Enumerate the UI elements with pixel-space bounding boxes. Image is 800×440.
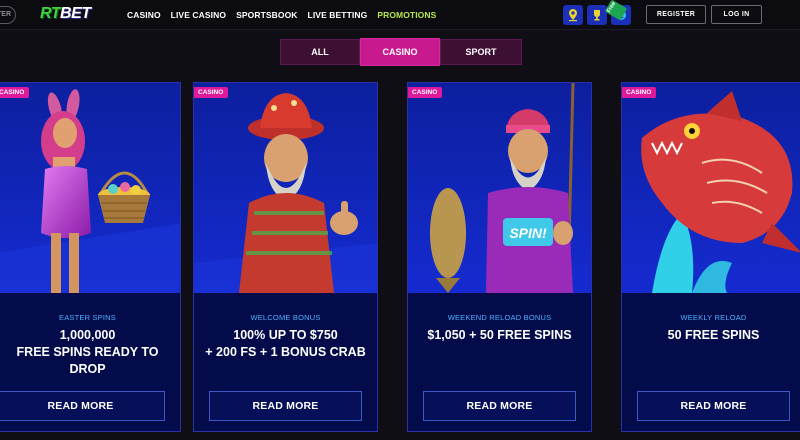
card-title-line: + 200 FS + 1 BONUS CRAB <box>205 345 366 359</box>
rtbet-logo[interactable]: RTBET <box>40 5 91 23</box>
card-subtitle: WEEKEND RELOAD BONUS <box>447 313 552 322</box>
svg-text:SPIN!: SPIN! <box>509 225 547 241</box>
logo-rt: RT <box>40 5 61 22</box>
promo-card-easter: CASINO EASTER SPINS 1,000,000 FREE SPINS… <box>0 82 181 432</box>
top-header: TER RTBET CASINO LIVE CASINO SPORTSBOOK … <box>0 0 800 30</box>
card-title: 50 FREE SPINS <box>628 327 799 344</box>
promo-card-weekend-reload: SPIN! CASINO WEEKEND RELOAD BONUS $1,050… <box>407 82 592 432</box>
login-button[interactable]: LOG IN <box>711 5 762 24</box>
promo-card-weekly-reload: CASINO WEEKLY RELOAD 50 FREE SPINS READ … <box>621 82 800 432</box>
card-title-line: FREE SPINS READY TO <box>16 345 159 359</box>
piranha-fish-illustration <box>622 83 800 293</box>
card-badge-casino: CASINO <box>622 87 657 98</box>
read-more-button[interactable]: READ MORE <box>209 391 362 421</box>
read-more-button[interactable]: READ MORE <box>637 391 790 421</box>
nav-promotions[interactable]: PROMOTIONS <box>377 10 436 20</box>
nav-sportsbook[interactable]: SPORTSBOOK <box>236 10 297 20</box>
easter-bunny-illustration <box>0 83 180 293</box>
card-badge-casino: CASINO <box>408 87 443 98</box>
card-title: 100% UP TO $750 + 200 FS + 1 BONUS CRAB <box>200 327 371 361</box>
card-title: $1,050 + 50 FREE SPINS <box>414 327 585 344</box>
nav-live-casino[interactable]: LIVE CASINO <box>171 10 226 20</box>
card-title-line: 50 FREE SPINS <box>667 328 760 342</box>
promo-card-welcome: CASINO WELCOME BONUS 100% UP TO $750 + 2… <box>193 82 378 432</box>
fisherman-spin-illustration: SPIN! <box>408 83 591 293</box>
card-title-line: 1,000,000 <box>59 328 116 342</box>
trophy-icon[interactable] <box>587 5 607 25</box>
card-badge-casino: CASINO <box>0 87 30 98</box>
tab-casino[interactable]: CASINO <box>360 38 440 66</box>
tab-all[interactable]: ALL <box>280 39 360 65</box>
main-nav: CASINO LIVE CASINO SPORTSBOOK LIVE BETTI… <box>127 10 436 20</box>
left-stub-button[interactable]: TER <box>0 6 16 24</box>
logo-bet: BET <box>60 5 91 22</box>
tab-sport[interactable]: SPORT <box>440 39 522 65</box>
crab-fisherman-illustration <box>194 83 377 293</box>
map-pin-icon[interactable] <box>563 5 583 25</box>
promo-filter-tabs: ALL CASINO SPORT <box>280 38 522 66</box>
card-title: 1,000,000 FREE SPINS READY TO DROP <box>1 327 174 378</box>
card-title-line: DROP <box>69 362 106 376</box>
read-more-button[interactable]: READ MORE <box>423 391 576 421</box>
card-title-line: 100% UP TO $750 <box>233 328 338 342</box>
card-subtitle: WELCOME BONUS <box>250 313 321 322</box>
nav-casino[interactable]: CASINO <box>127 10 161 20</box>
card-badge-casino: CASINO <box>194 87 229 98</box>
card-subtitle: EASTER SPINS <box>59 313 116 322</box>
nav-live-betting[interactable]: LIVE BETTING <box>308 10 368 20</box>
card-subtitle: WEEKLY RELOAD <box>680 313 747 322</box>
register-button[interactable]: REGISTER <box>646 5 706 24</box>
card-title-line: $1,050 + 50 FREE SPINS <box>427 328 572 342</box>
read-more-button[interactable]: READ MORE <box>0 391 165 421</box>
